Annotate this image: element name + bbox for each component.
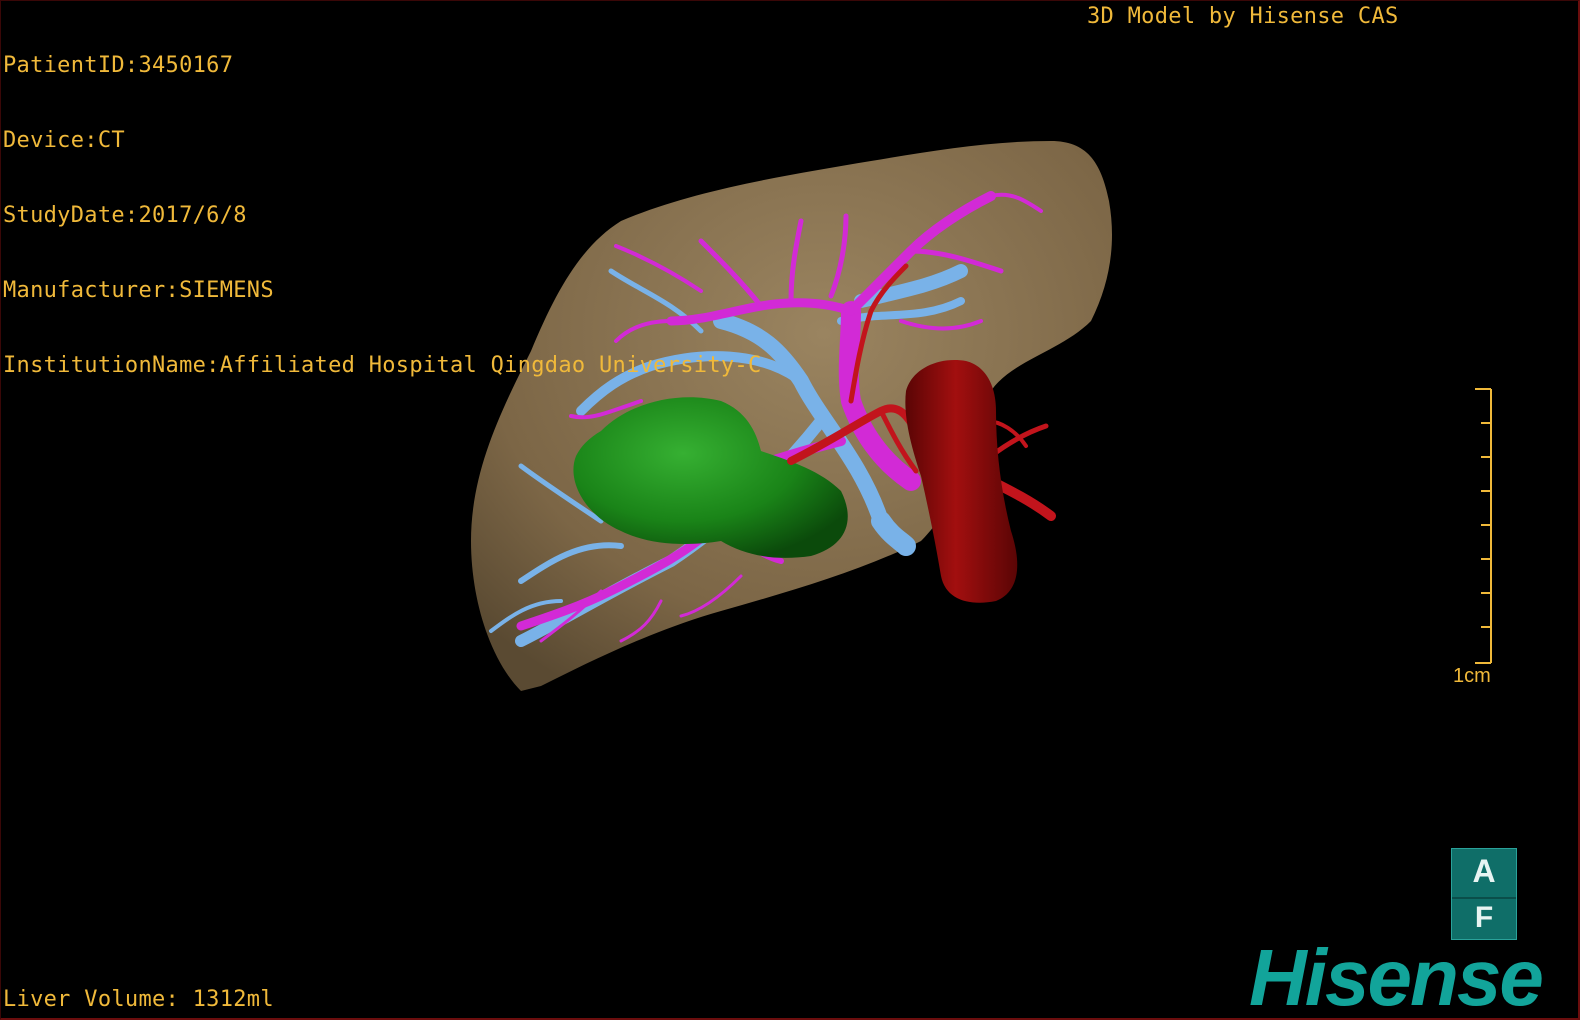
orientation-bottom-label: F bbox=[1452, 897, 1516, 935]
scale-label: 1cm bbox=[1453, 665, 1491, 687]
scale-bar bbox=[1475, 388, 1492, 664]
liver-volume: Liver Volume: 1312ml bbox=[3, 987, 274, 1012]
dicom-info-overlay: PatientID:3450167 Device:CT StudyDate:20… bbox=[3, 3, 762, 428]
model-credit: 3D Model by Hisense CAS bbox=[1087, 4, 1399, 29]
orientation-top-label: A bbox=[1472, 853, 1496, 889]
3d-viewport[interactable]: PatientID:3450167 Device:CT StudyDate:20… bbox=[0, 0, 1580, 1020]
institution-name: InstitutionName:Affiliated Hospital Qing… bbox=[3, 353, 762, 378]
orientation-cube[interactable]: A F bbox=[1451, 848, 1517, 940]
manufacturer: Manufacturer:SIEMENS bbox=[3, 278, 274, 303]
patient-id: PatientID:3450167 bbox=[3, 53, 234, 78]
device: Device:CT bbox=[3, 128, 125, 153]
study-date: StudyDate:2017/6/8 bbox=[3, 203, 247, 228]
hisense-logo: Hisense bbox=[1249, 933, 1544, 1020]
